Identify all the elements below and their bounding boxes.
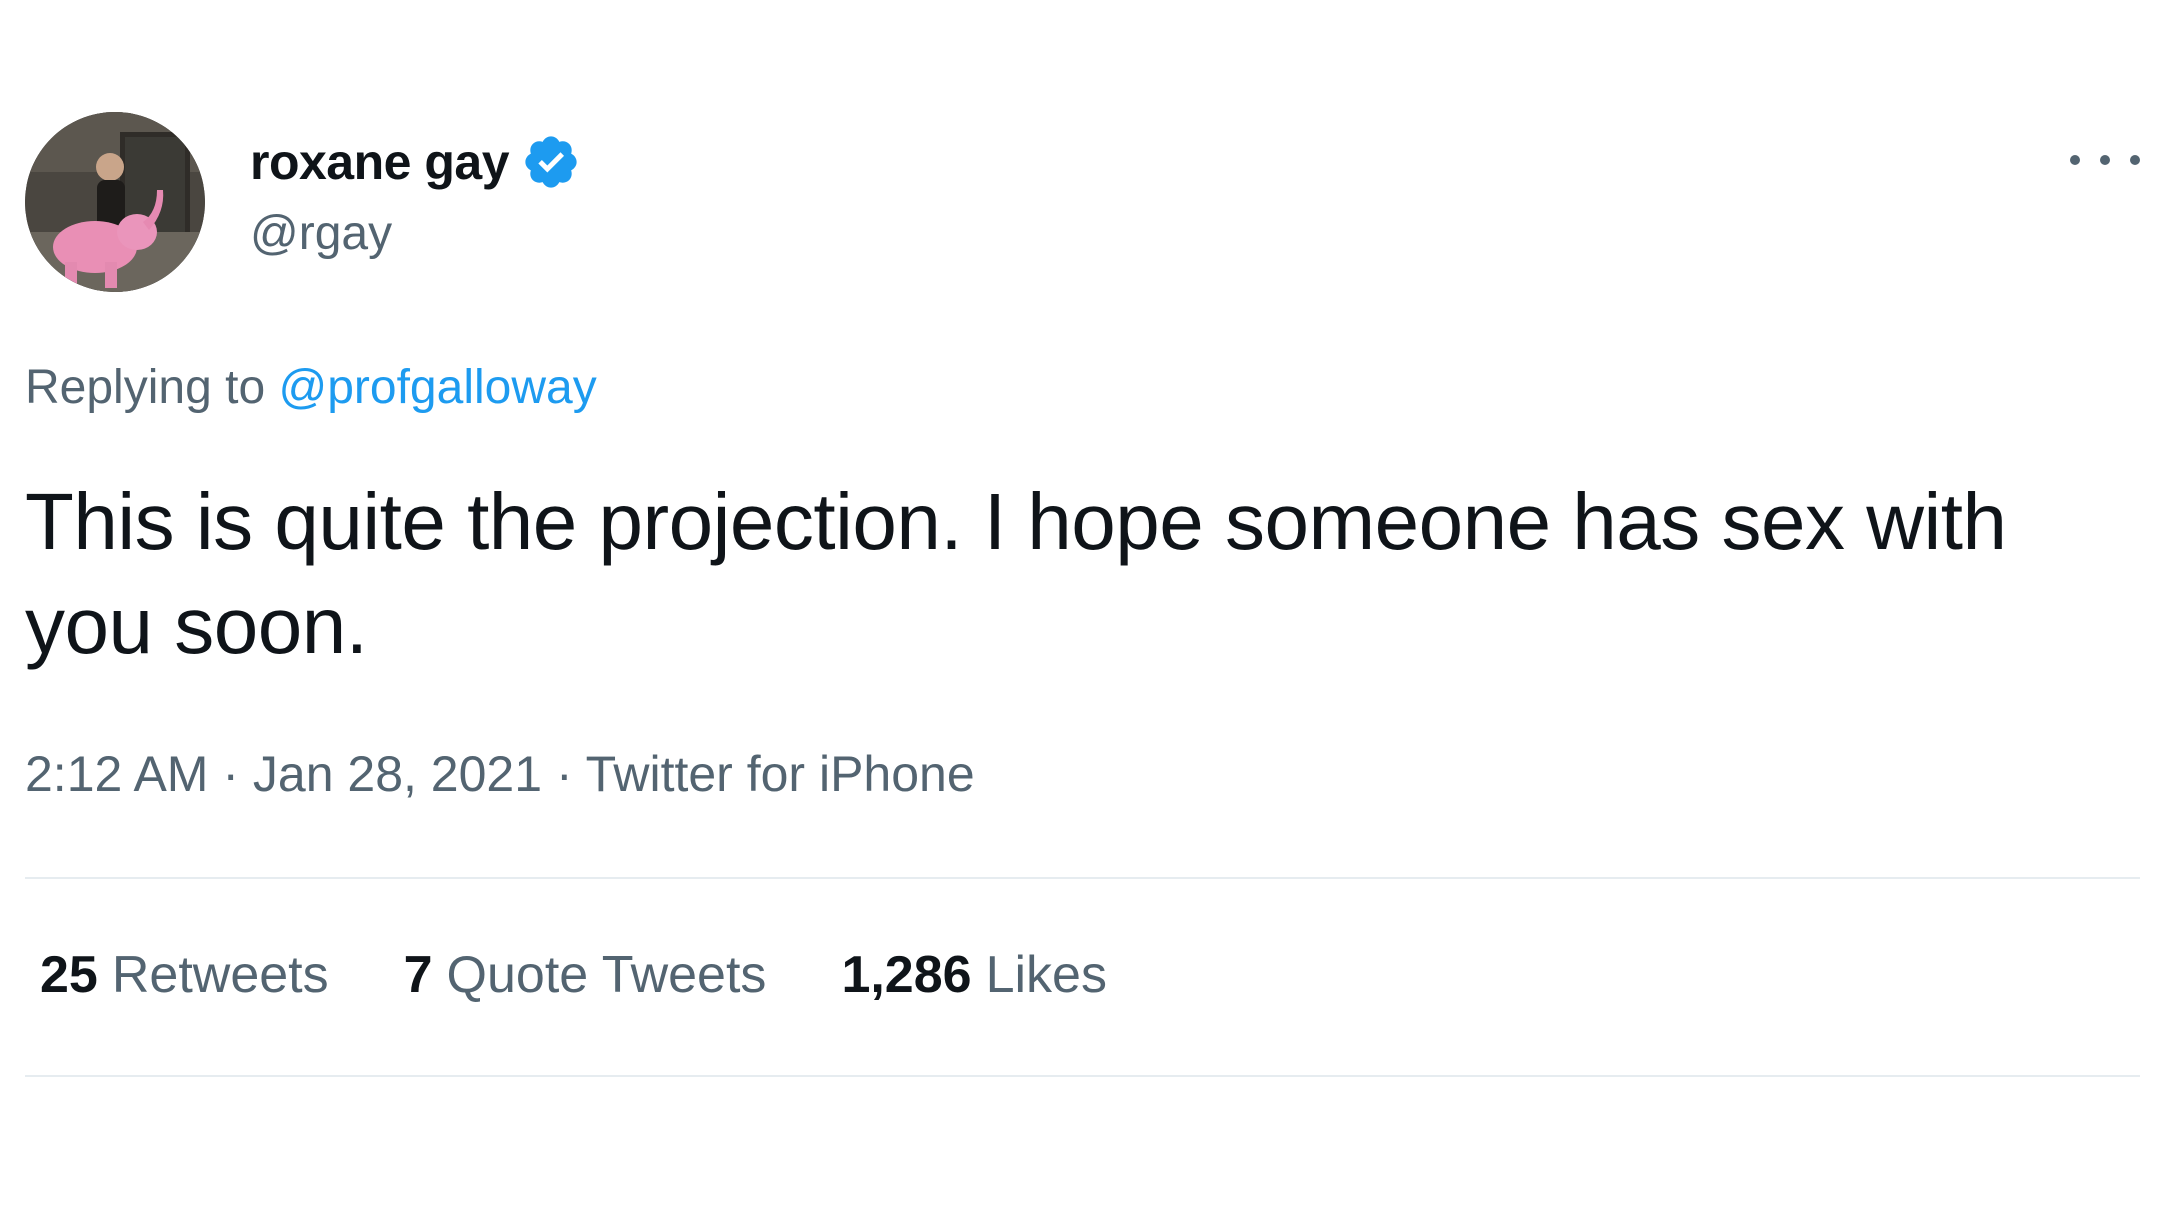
replying-to: Replying to @profgalloway bbox=[25, 360, 597, 415]
author-handle[interactable]: @rgay bbox=[250, 206, 392, 261]
reply-target-link[interactable]: @profgalloway bbox=[278, 361, 596, 414]
quotes-count: 7 bbox=[403, 946, 433, 1004]
author-name-row: roxane gay bbox=[250, 132, 581, 192]
retweets-label: Retweets bbox=[111, 946, 329, 1004]
tweet-date[interactable]: Jan 28, 2021 bbox=[253, 746, 542, 802]
more-dot bbox=[2130, 155, 2140, 165]
retweets-stat[interactable]: 25 Retweets bbox=[40, 945, 329, 1005]
likes-count: 1,286 bbox=[841, 946, 972, 1004]
likes-label: Likes bbox=[985, 946, 1107, 1004]
meta-separator: · bbox=[222, 746, 253, 802]
more-dot bbox=[2100, 155, 2110, 165]
more-dot bbox=[2070, 155, 2080, 165]
tweet-time[interactable]: 2:12 AM bbox=[25, 746, 208, 802]
tweet-text: This is quite the projection. I hope som… bbox=[25, 477, 2007, 670]
quote-tweets-stat[interactable]: 7 Quote Tweets bbox=[404, 945, 767, 1005]
avatar[interactable] bbox=[25, 112, 205, 292]
retweets-count: 25 bbox=[40, 946, 98, 1004]
tweet-meta: 2:12 AM · Jan 28, 2021 · Twitter for iPh… bbox=[25, 745, 975, 803]
avatar-photo bbox=[25, 112, 205, 292]
quotes-label: Quote Tweets bbox=[446, 946, 767, 1004]
author-display-name[interactable]: roxane gay bbox=[250, 133, 510, 191]
tweet-card: roxane gay @rgay Replying to @profgallow… bbox=[0, 0, 2167, 1221]
verified-badge-icon bbox=[521, 132, 581, 192]
replying-to-label: Replying to bbox=[25, 361, 279, 414]
meta-separator: · bbox=[555, 746, 586, 802]
divider bbox=[25, 1075, 2140, 1077]
tweet-source[interactable]: Twitter for iPhone bbox=[586, 746, 975, 802]
divider bbox=[25, 877, 2140, 879]
engagement-stats: 25 Retweets 7 Quote Tweets 1,286 Likes bbox=[40, 945, 1182, 1005]
likes-stat[interactable]: 1,286 Likes bbox=[841, 945, 1107, 1005]
more-options-icon[interactable] bbox=[2070, 140, 2140, 180]
